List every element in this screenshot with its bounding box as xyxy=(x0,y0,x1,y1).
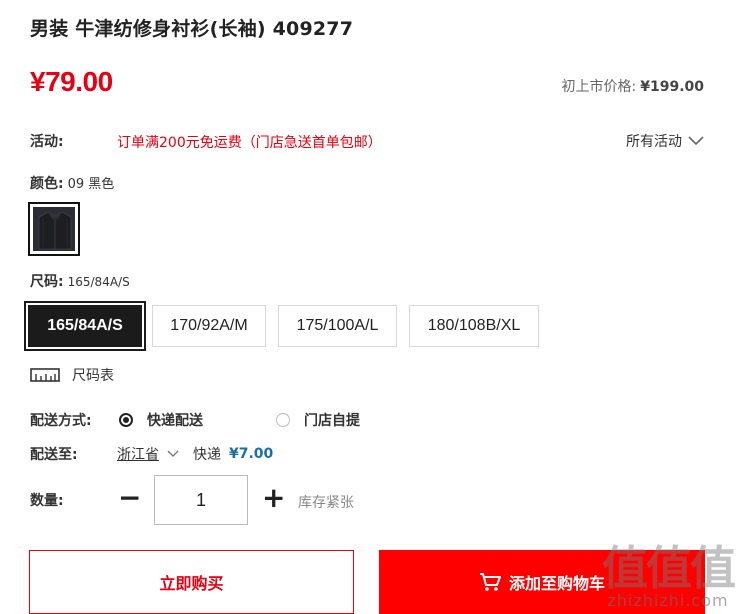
size-row: 尺码: 165/84A/S xyxy=(30,271,130,291)
promotion-label: 活动: xyxy=(30,134,64,150)
watermark: 值值值 zhizhizhi.com xyxy=(602,541,736,610)
size-value: 165/84A/S xyxy=(67,275,130,289)
shipping-method-label: 配送方式: xyxy=(30,413,92,429)
original-price-value: ¥199.00 xyxy=(640,79,704,95)
chevron-down-icon xyxy=(688,136,704,146)
shipping-option-pickup-label: 门店自提 xyxy=(304,413,360,429)
color-row: 颜色: 09 黑色 xyxy=(30,173,114,193)
promotion-text: 订单满200元免运费（门店急送首单包邮） xyxy=(117,135,382,151)
color-label: 颜色: xyxy=(30,176,64,192)
quantity-increase-button[interactable]: + xyxy=(262,484,285,512)
product-title: 男装 牛津纺修身衬衫(长袖) 409277 xyxy=(30,18,354,40)
province-select[interactable]: 浙江省 xyxy=(117,444,159,464)
size-option-m[interactable]: 170/92A/M xyxy=(152,305,266,347)
size-chart-link[interactable]: 尺码表 xyxy=(30,365,114,385)
shipping-fee: ¥7.00 xyxy=(229,446,274,462)
color-value: 09 黑色 xyxy=(67,177,115,192)
shirt-icon xyxy=(38,211,72,250)
color-swatch-black[interactable] xyxy=(28,202,80,256)
add-to-cart-label: 添加至购物车 xyxy=(508,574,605,593)
all-promotions-label: 所有活动 xyxy=(626,134,682,150)
ship-to-row: 浙江省 快递 ¥7.00 xyxy=(117,444,273,464)
radio-selected-icon xyxy=(119,413,133,427)
shipping-option-express-label: 快递配送 xyxy=(147,413,203,429)
size-label: 尺码: xyxy=(30,274,64,290)
product-price: ¥79.00 xyxy=(30,66,113,97)
watermark-url: zhizhizhi.com xyxy=(607,591,729,610)
cart-icon xyxy=(479,573,501,591)
size-option-s[interactable]: 165/84A/S xyxy=(24,301,146,351)
shirt-thumbnail xyxy=(33,207,75,251)
size-chart-label: 尺码表 xyxy=(72,368,114,384)
ruler-icon xyxy=(30,368,60,382)
buy-now-button[interactable]: 立即购买 xyxy=(29,550,354,614)
quantity-label: 数量: xyxy=(30,493,64,509)
chevron-down-icon[interactable] xyxy=(167,450,179,458)
radio-unselected-icon xyxy=(276,413,290,427)
ship-to-label: 配送至: xyxy=(30,447,78,463)
original-price: 初上市价格: ¥199.00 xyxy=(562,76,704,96)
original-price-label: 初上市价格: xyxy=(561,79,637,95)
all-promotions-toggle[interactable]: 所有活动 xyxy=(626,131,704,151)
quantity-decrease-button[interactable]: − xyxy=(118,484,141,512)
carrier-label: 快递 xyxy=(193,447,221,463)
shipping-option-express[interactable]: 快递配送 xyxy=(119,410,203,430)
size-option-xl[interactable]: 180/108B/XL xyxy=(409,305,539,347)
shipping-option-pickup[interactable]: 门店自提 xyxy=(276,410,360,430)
size-option-l[interactable]: 175/100A/L xyxy=(278,305,397,347)
quantity-input[interactable]: 1 xyxy=(154,475,248,525)
watermark-logo: 值值值 xyxy=(602,541,736,595)
stock-status: 库存紧张 xyxy=(298,495,354,511)
